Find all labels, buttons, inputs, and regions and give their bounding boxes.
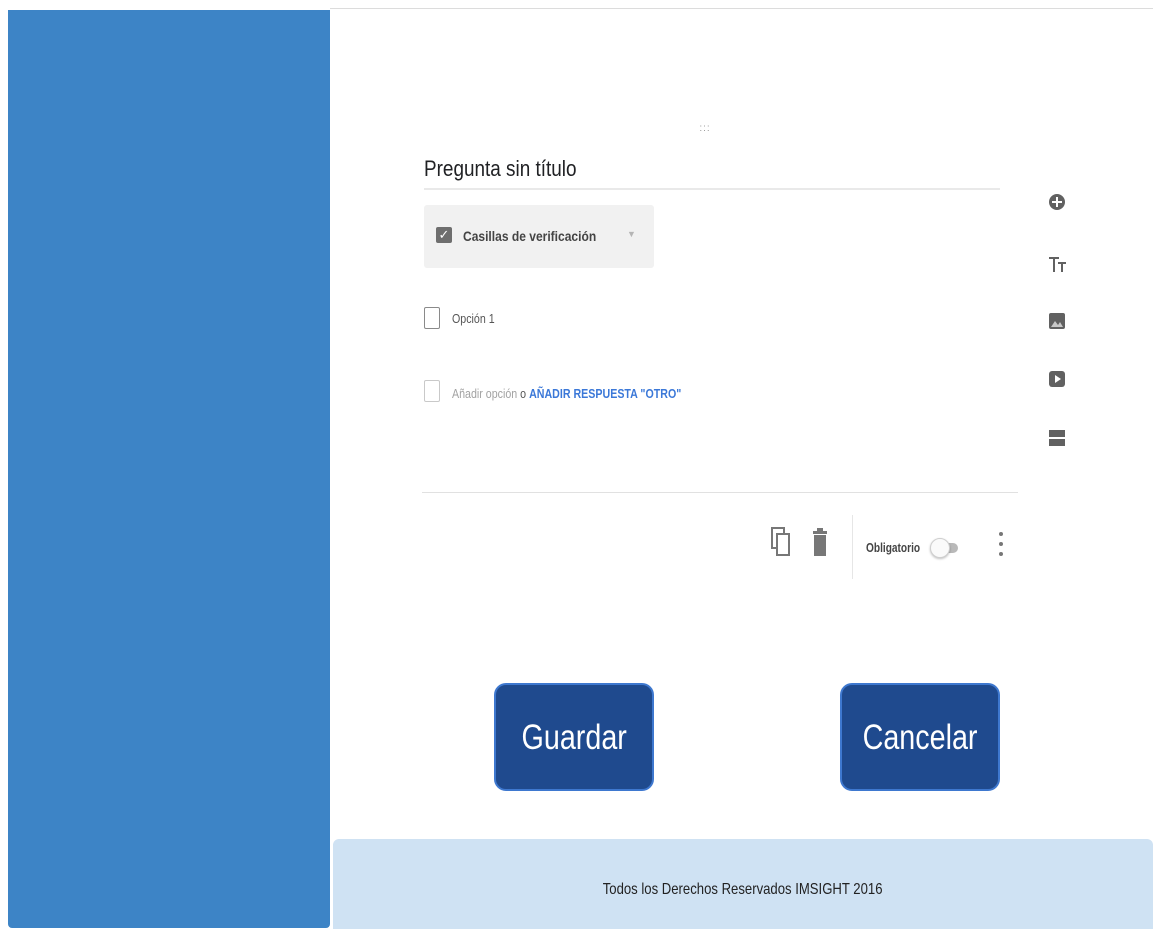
required-toggle[interactable] [930, 538, 960, 558]
add-option-link[interactable]: Añadir opción [452, 386, 517, 401]
add-option-row: Añadir opción o AÑADIR RESPUESTA "OTRO" [452, 386, 681, 401]
section-icon[interactable] [1046, 427, 1068, 449]
question-type-label: Casillas de verificación [463, 228, 597, 244]
sidebar [8, 10, 330, 928]
save-button[interactable]: Guardar [494, 683, 654, 791]
question-title-input[interactable]: Pregunta sin título [424, 156, 919, 188]
more-vert-icon[interactable] [996, 530, 1006, 560]
drag-handle-icon[interactable]: ::: [697, 124, 713, 134]
video-icon[interactable] [1046, 368, 1068, 390]
cancel-button[interactable]: Cancelar [840, 683, 1000, 791]
add-question-icon[interactable] [1046, 191, 1068, 213]
option-1-checkbox[interactable] [424, 307, 440, 329]
add-option-checkbox [424, 380, 440, 402]
top-divider [330, 8, 1153, 9]
toolbar-divider [852, 515, 853, 579]
cancel-button-label: Cancelar [862, 718, 978, 757]
dropdown-arrow-icon: ▼ [627, 229, 636, 239]
question-title-underline [424, 188, 1000, 190]
question-type-select[interactable]: ✓ Casillas de verificación ▼ [424, 205, 654, 268]
save-button-label: Guardar [521, 718, 627, 757]
copy-icon[interactable] [771, 527, 791, 557]
add-option-separator: o [520, 386, 527, 401]
add-other-link[interactable]: AÑADIR RESPUESTA "OTRO" [529, 386, 681, 401]
checkbox-checked-icon: ✓ [436, 227, 452, 243]
text-title-icon[interactable] [1046, 253, 1068, 275]
option-1-label[interactable]: Opción 1 [452, 311, 495, 326]
image-icon[interactable] [1046, 310, 1068, 332]
copyright-text: Todos los Derechos Reservados IMSIGHT 20… [603, 881, 883, 898]
toggle-knob [930, 538, 950, 558]
footer-text: Todos los Derechos Reservados IMSIGHT 20… [333, 881, 1153, 899]
trash-icon[interactable] [812, 528, 828, 556]
footer: Todos los Derechos Reservados IMSIGHT 20… [333, 839, 1153, 929]
required-label: Obligatorio [866, 540, 921, 555]
question-footer-divider [422, 492, 1018, 493]
